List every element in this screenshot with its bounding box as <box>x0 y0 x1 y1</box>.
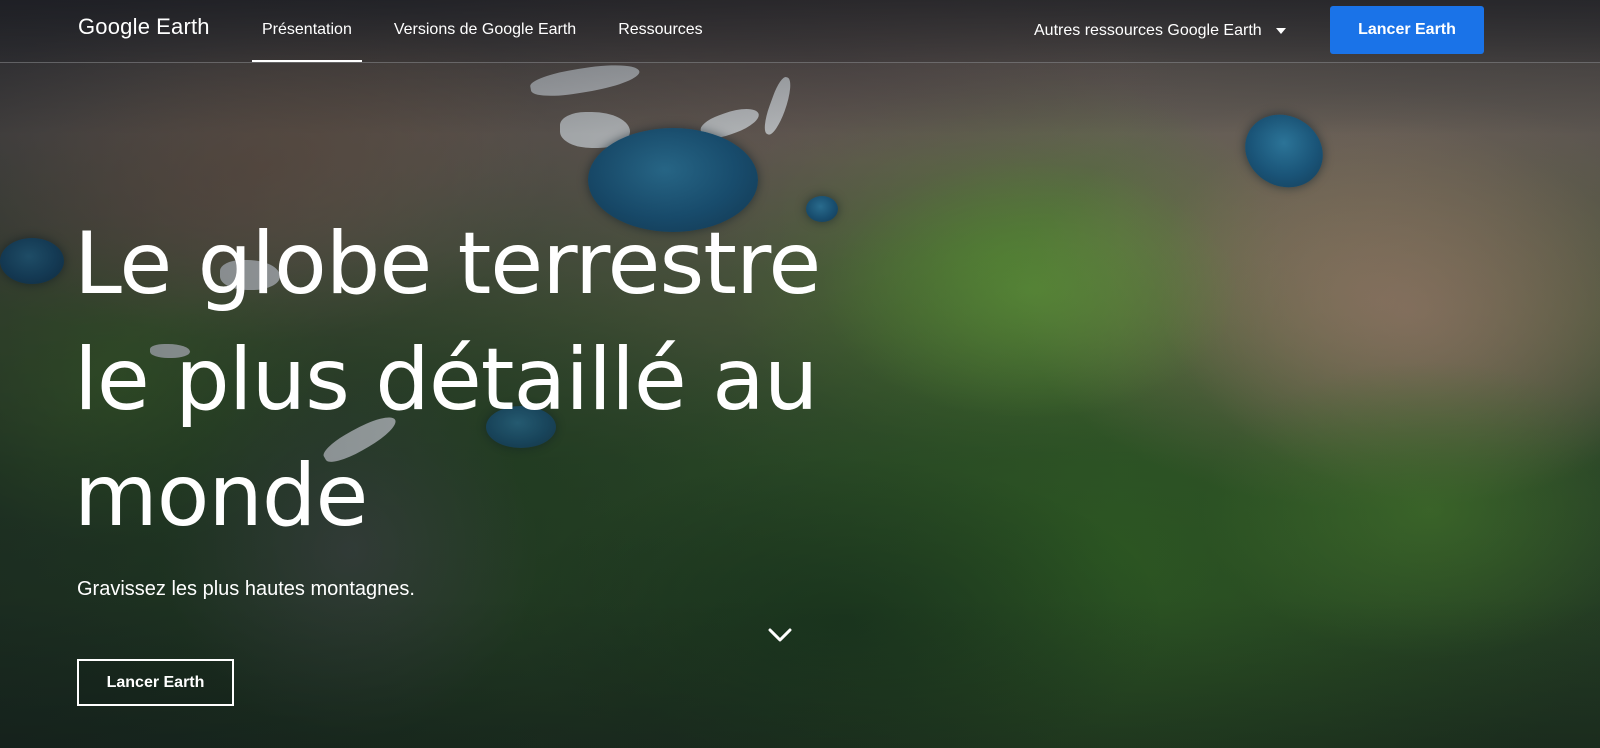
launch-earth-button[interactable]: Lancer Earth <box>1330 6 1484 54</box>
main-nav: Présentation Versions de Google Earth Re… <box>252 0 735 62</box>
more-resources-label: Autres ressources Google Earth <box>1034 22 1262 39</box>
page: Google Earth Présentation Versions de Goo… <box>0 0 1600 748</box>
nav-item-presentation[interactable]: Présentation <box>252 0 362 62</box>
nav-item-label: Présentation <box>262 21 352 38</box>
more-resources-dropdown[interactable]: Autres ressources Google Earth <box>1034 0 1286 62</box>
nav-item-label: Ressources <box>618 21 703 38</box>
nav-item-versions[interactable]: Versions de Google Earth <box>384 0 586 62</box>
nav-item-label: Versions de Google Earth <box>393 21 577 38</box>
nav-item-resources[interactable]: Ressources <box>608 0 712 62</box>
hero-title-line: monde <box>74 446 368 546</box>
hero-title-line: le plus détaillé au <box>74 330 818 430</box>
logo-google-text: Google <box>78 14 151 39</box>
google-earth-logo[interactable]: Google Earth <box>78 14 210 40</box>
chevron-down-icon[interactable] <box>768 626 792 644</box>
caret-down-icon <box>1275 28 1286 34</box>
logo-earth-text: Earth <box>156 14 210 39</box>
top-navigation-bar: Google Earth Présentation Versions de Goo… <box>0 0 1600 63</box>
hero-title: Le globe terrestre le plus détaillé au m… <box>74 206 954 554</box>
hero-title-line: Le globe terrestre <box>74 214 821 314</box>
hero-launch-earth-button[interactable]: Lancer Earth <box>77 659 234 706</box>
hero-subtitle: Gravissez les plus hautes montagnes. <box>77 578 415 600</box>
